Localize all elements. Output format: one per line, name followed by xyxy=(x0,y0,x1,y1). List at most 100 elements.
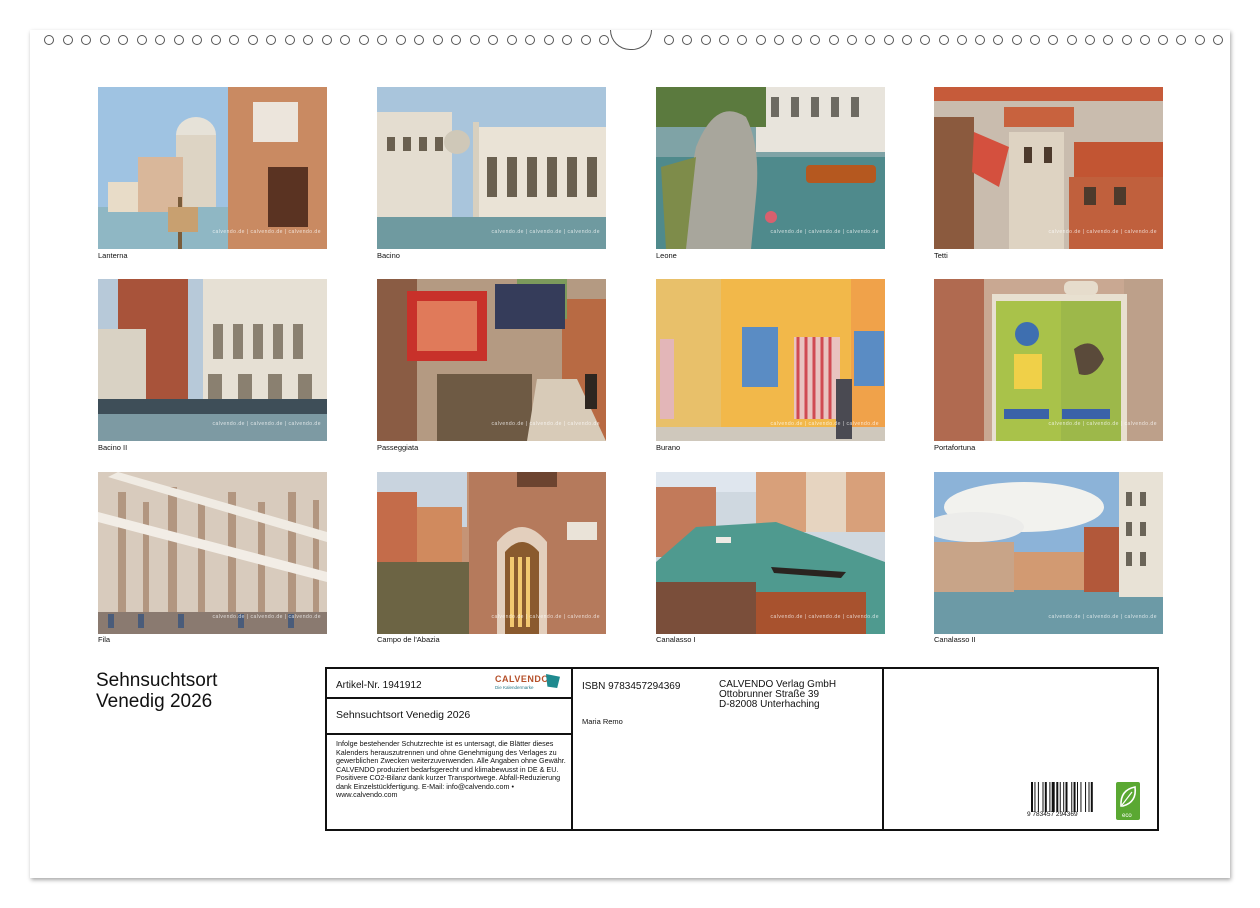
binding-ring xyxy=(118,35,128,45)
binding-ring xyxy=(719,35,729,45)
divider xyxy=(327,697,572,699)
leaf-icon xyxy=(1116,782,1140,812)
binding-ring xyxy=(451,35,461,45)
binding-ring xyxy=(599,35,609,45)
publisher-city: D-82008 Unterhaching xyxy=(719,700,836,710)
photo-portafortuna: calvendo.de | calvendo.de | calvendo.de xyxy=(934,279,1163,441)
photo-canalasso-i: calvendo.de | calvendo.de | calvendo.de xyxy=(656,472,885,634)
binding-ring xyxy=(322,35,332,45)
binding-ring xyxy=(1122,35,1132,45)
calendar-title-line2: Venedig 2026 xyxy=(96,691,217,712)
watermark: calvendo.de | calvendo.de | calvendo.de xyxy=(1048,421,1157,427)
watermark: calvendo.de | calvendo.de | calvendo.de xyxy=(770,421,879,427)
binding-ring xyxy=(1140,35,1150,45)
binding-ring xyxy=(63,35,73,45)
binding-ring xyxy=(81,35,91,45)
photo-caption: Leone xyxy=(656,251,677,260)
watermark: calvendo.de | calvendo.de | calvendo.de xyxy=(1048,614,1157,620)
binding-ring xyxy=(470,35,480,45)
binding-ring xyxy=(137,35,147,45)
binding-ring xyxy=(488,35,498,45)
info-box: Artikel-Nr. 1941912 CALVENDO Die Kalende… xyxy=(325,667,1159,831)
binding-ring xyxy=(920,35,930,45)
binding-ring xyxy=(975,35,985,45)
photo-canalasso-ii: calvendo.de | calvendo.de | calvendo.de xyxy=(934,472,1163,634)
watermark: calvendo.de | calvendo.de | calvendo.de xyxy=(491,614,600,620)
watermark: calvendo.de | calvendo.de | calvendo.de xyxy=(770,614,879,620)
binding-ring xyxy=(44,35,54,45)
calvendo-logo-icon xyxy=(546,674,560,688)
binding-ring xyxy=(939,35,949,45)
photo-leone: calvendo.de | calvendo.de | calvendo.de xyxy=(656,87,885,249)
publisher-address: CALVENDO Verlag GmbH Ottobrunner Straße … xyxy=(719,680,836,710)
watermark: calvendo.de | calvendo.de | calvendo.de xyxy=(491,229,600,235)
binding-ring xyxy=(1213,35,1223,45)
binding-ring xyxy=(1030,35,1040,45)
watermark: calvendo.de | calvendo.de | calvendo.de xyxy=(212,229,321,235)
binding-ring xyxy=(829,35,839,45)
binding-ring xyxy=(285,35,295,45)
photo-caption: Canalasso II xyxy=(934,635,976,644)
binding-ring xyxy=(1103,35,1113,45)
photo-burano: calvendo.de | calvendo.de | calvendo.de xyxy=(656,279,885,441)
photo-passeggiata: calvendo.de | calvendo.de | calvendo.de xyxy=(377,279,606,441)
binding-ring xyxy=(581,35,591,45)
binding-ring xyxy=(847,35,857,45)
binding-ring xyxy=(1158,35,1168,45)
binding-ring xyxy=(1012,35,1022,45)
binding-ring xyxy=(525,35,535,45)
photo-campo-de-labazia: calvendo.de | calvendo.de | calvendo.de xyxy=(377,472,606,634)
watermark: calvendo.de | calvendo.de | calvendo.de xyxy=(1048,229,1157,235)
article-number: Artikel-Nr. 1941912 xyxy=(336,680,422,691)
watermark: calvendo.de | calvendo.de | calvendo.de xyxy=(491,421,600,427)
binding-ring xyxy=(810,35,820,45)
binding-ring xyxy=(359,35,369,45)
binding-ring xyxy=(701,35,711,45)
binding-ring xyxy=(884,35,894,45)
photo-bacino: calvendo.de | calvendo.de | calvendo.de xyxy=(377,87,606,249)
barcode-digits: 9 783457 294369 xyxy=(1027,811,1078,818)
binding-ring xyxy=(396,35,406,45)
binding-ring xyxy=(174,35,184,45)
calendar-title-line1: Sehnsuchtsort xyxy=(96,670,217,691)
binding-ring xyxy=(507,35,517,45)
product-title: Sehnsuchtsort Venedig 2026 xyxy=(336,709,470,721)
binding-ring xyxy=(211,35,221,45)
divider xyxy=(327,733,572,735)
binding-ring xyxy=(433,35,443,45)
calendar-title: Sehnsuchtsort Venedig 2026 xyxy=(96,670,217,712)
binding-ring xyxy=(957,35,967,45)
barcode-bars-icon xyxy=(1031,782,1097,812)
binding-ring xyxy=(1195,35,1205,45)
binding-ring xyxy=(192,35,202,45)
binding-ring xyxy=(865,35,875,45)
binding-ring xyxy=(682,35,692,45)
watermark: calvendo.de | calvendo.de | calvendo.de xyxy=(212,614,321,620)
binding-ring xyxy=(303,35,313,45)
photo-tetti: calvendo.de | calvendo.de | calvendo.de xyxy=(934,87,1163,249)
binding-ring xyxy=(1085,35,1095,45)
binding-ring xyxy=(993,35,1003,45)
photo-bacino-ii: calvendo.de | calvendo.de | calvendo.de xyxy=(98,279,327,441)
binding-ring xyxy=(792,35,802,45)
photo-caption: Fila xyxy=(98,635,110,644)
binding-ring xyxy=(1067,35,1077,45)
binding-ring xyxy=(774,35,784,45)
binding-ring xyxy=(902,35,912,45)
isbn: ISBN 9783457294369 xyxy=(582,681,680,692)
binding-ring xyxy=(664,35,674,45)
photo-caption: Campo de l'Abazia xyxy=(377,635,440,644)
photo-caption: Passeggiata xyxy=(377,443,418,452)
binding-ring xyxy=(248,35,258,45)
author: Maria Remo xyxy=(582,717,623,726)
eco-label: eco xyxy=(1122,813,1132,819)
calvendo-logo: CALVENDO xyxy=(495,674,549,684)
photo-caption: Burano xyxy=(656,443,680,452)
photo-caption: Tetti xyxy=(934,251,948,260)
barcode: 9 783457 294369 xyxy=(1031,782,1097,818)
binding-ring xyxy=(737,35,747,45)
photo-lanterna: calvendo.de | calvendo.de | calvendo.de xyxy=(98,87,327,249)
watermark: calvendo.de | calvendo.de | calvendo.de xyxy=(770,229,879,235)
calvendo-logo-text: CALVENDO xyxy=(495,674,549,684)
binding-ring xyxy=(377,35,387,45)
